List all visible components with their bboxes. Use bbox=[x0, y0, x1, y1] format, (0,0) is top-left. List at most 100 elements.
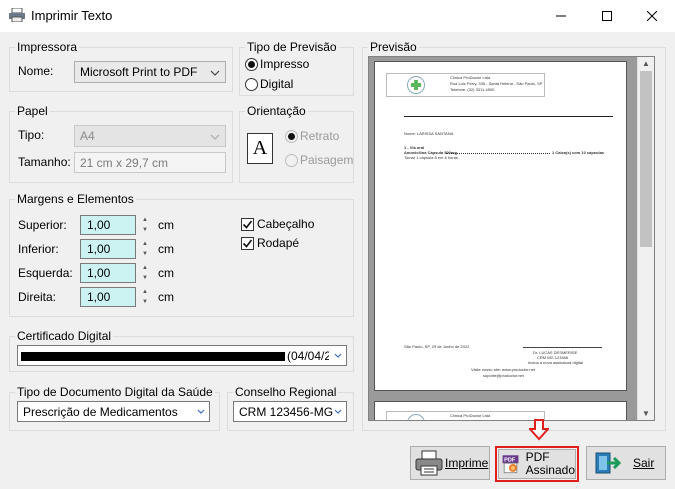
printer-select[interactable]: Microsoft Print to PDF bbox=[74, 61, 226, 83]
chevron-down-icon bbox=[197, 409, 205, 414]
radio-paisagem[interactable] bbox=[285, 154, 298, 167]
print-button-label: Imprime bbox=[445, 456, 489, 470]
exit-door-icon bbox=[595, 452, 621, 474]
redacted-certificate-name bbox=[21, 352, 285, 361]
margin-top-unit: cm bbox=[158, 218, 174, 232]
council-legend: Conselho Regional bbox=[235, 385, 337, 399]
printer-legend: Impressora bbox=[17, 40, 78, 54]
margin-left-label: Esquerda: bbox=[18, 266, 73, 280]
council-select[interactable]: CRM 123456-MG bbox=[233, 401, 347, 422]
exit-button[interactable]: Sair bbox=[586, 446, 666, 480]
margin-bottom-spinner[interactable]: ▲ ▼ bbox=[139, 239, 151, 259]
margin-bottom-unit: cm bbox=[158, 242, 174, 256]
footer-mail: suporte@prodoctor.net bbox=[483, 373, 524, 378]
paper-type-label: Tipo: bbox=[18, 128, 45, 142]
signed-pdf-button[interactable]: PDF PDF Assinado bbox=[498, 449, 576, 479]
doc-type-value: Prescrição de Medicamentos bbox=[23, 404, 178, 419]
preview-page-1: Clínica ProDoctor Ltda Rua Luiz Perry, 3… bbox=[374, 61, 627, 391]
clinic-address: Rua Luiz Perry, 335 - Santa Helena - São… bbox=[450, 81, 543, 86]
margin-top-label: Superior: bbox=[18, 218, 67, 232]
footer-site: Visite nosso site: www.prodoctor.net bbox=[471, 367, 535, 372]
clinic-name-2: Clínica ProDoctor Ltda bbox=[450, 413, 491, 418]
clinic-logo bbox=[407, 76, 425, 94]
svg-text:PDF: PDF bbox=[504, 458, 516, 464]
radio-impresso-label: Impresso bbox=[260, 57, 310, 71]
maximize-button[interactable] bbox=[584, 0, 630, 32]
patient-line: Nome: LARISSA SANTANA bbox=[404, 131, 454, 136]
radio-digital[interactable] bbox=[245, 78, 258, 91]
radio-impresso[interactable] bbox=[245, 58, 258, 71]
portrait-page-icon: A bbox=[247, 133, 273, 164]
paper-type-value: A4 bbox=[80, 129, 95, 143]
preview-scrollbar[interactable]: ▲ ▼ bbox=[637, 57, 654, 420]
signature-line bbox=[523, 347, 602, 348]
preview-legend: Previsão bbox=[370, 40, 417, 54]
dotted-leader bbox=[446, 153, 550, 154]
radio-retrato-label: Retrato bbox=[300, 129, 340, 143]
clinic-name: Clínica ProDoctor Ltda bbox=[450, 75, 491, 80]
scroll-up-icon[interactable]: ▲ bbox=[642, 59, 650, 68]
scroll-thumb[interactable] bbox=[640, 71, 652, 247]
margin-left-spinner[interactable]: ▲ ▼ bbox=[139, 263, 151, 283]
signed-pdf-label-line2: Assinado bbox=[525, 463, 575, 477]
date-line: São Paulo, SP, 29 de Junho de 2022 bbox=[404, 344, 470, 349]
header-checkbox[interactable] bbox=[241, 218, 254, 231]
radio-digital-label: Digital bbox=[260, 77, 294, 91]
paper-size-field: 21 cm x 29,7 cm bbox=[74, 152, 226, 173]
chevron-down-icon bbox=[334, 409, 342, 414]
printer-app-icon bbox=[9, 7, 25, 23]
radio-retrato[interactable] bbox=[285, 130, 298, 143]
minimize-button[interactable] bbox=[538, 0, 584, 32]
orientation-legend: Orientação bbox=[247, 104, 306, 118]
preview-pane[interactable]: Clínica ProDoctor Ltda Rua Luiz Perry, 3… bbox=[368, 56, 655, 421]
chevron-down-icon bbox=[210, 134, 220, 140]
printer-name-label: Nome: bbox=[18, 64, 54, 78]
certificate-value: (04/04/2 bbox=[287, 349, 329, 363]
doctor-note: Inclua a nova assinatura digital bbox=[528, 360, 583, 365]
council-value: CRM 123456-MG bbox=[239, 404, 334, 419]
paper-type-select[interactable]: A4 bbox=[74, 125, 226, 147]
pdf-certificate-icon: PDF bbox=[502, 455, 519, 474]
exit-button-label: Sair bbox=[633, 456, 655, 470]
margin-left-input[interactable]: 1,00 bbox=[80, 263, 136, 283]
window-title: Imprimir Texto bbox=[31, 8, 113, 23]
scroll-down-icon[interactable]: ▼ bbox=[642, 409, 650, 418]
margin-right-input[interactable]: 1,00 bbox=[80, 287, 136, 307]
margin-bottom-label: Inferior: bbox=[18, 242, 59, 256]
print-button[interactable]: Imprime bbox=[410, 446, 490, 480]
close-button[interactable] bbox=[629, 0, 675, 32]
radio-paisagem-label: Paisagem bbox=[300, 153, 354, 167]
doc-type-legend: Tipo de Documento Digital da Saúde bbox=[17, 385, 213, 399]
chevron-down-icon bbox=[210, 70, 220, 76]
margins-group: Margens e Elementos bbox=[9, 192, 354, 317]
paper-size-label: Tamanho: bbox=[18, 155, 71, 169]
margin-top-spinner[interactable]: ▲ ▼ bbox=[139, 215, 151, 235]
margin-bottom-input[interactable]: 1,00 bbox=[80, 239, 136, 259]
down-arrow-indicator bbox=[527, 419, 551, 444]
header-rule bbox=[404, 116, 613, 117]
medication-instructions: Tomar 1 cápsula 8 em 8 horas. bbox=[404, 155, 459, 160]
margin-right-spinner[interactable]: ▲ ▼ bbox=[139, 287, 151, 307]
footer-checkbox[interactable] bbox=[241, 237, 254, 250]
checkmark-icon bbox=[242, 239, 253, 248]
printer-select-value: Microsoft Print to PDF bbox=[80, 65, 198, 79]
margin-left-unit: cm bbox=[158, 266, 174, 280]
checkmark-icon bbox=[242, 220, 253, 229]
doc-type-select[interactable]: Prescrição de Medicamentos bbox=[17, 401, 210, 422]
header-checkbox-label: Cabeçalho bbox=[257, 217, 315, 231]
margin-right-label: Direita: bbox=[18, 290, 57, 304]
paper-size-value: 21 cm x 29,7 cm bbox=[80, 155, 169, 170]
paper-legend: Papel bbox=[17, 104, 48, 118]
preview-type-legend: Tipo de Previsão bbox=[247, 40, 337, 54]
footer-checkbox-label: Rodapé bbox=[257, 236, 300, 250]
title-bar: Imprimir Texto bbox=[0, 0, 675, 32]
certificate-select[interactable]: (04/04/2 bbox=[17, 345, 347, 366]
margin-right-unit: cm bbox=[158, 290, 174, 304]
printer-icon bbox=[415, 450, 443, 476]
margin-top-input[interactable]: 1,00 bbox=[80, 215, 136, 235]
certificate-legend: Certificado Digital bbox=[17, 329, 112, 343]
clinic-phone: Telefone: (32) 3311-4500 bbox=[450, 87, 495, 92]
margins-legend: Margens e Elementos bbox=[17, 192, 134, 206]
chevron-down-icon bbox=[334, 353, 342, 358]
preview-page-2: Clínica ProDoctor Ltda bbox=[374, 401, 627, 420]
